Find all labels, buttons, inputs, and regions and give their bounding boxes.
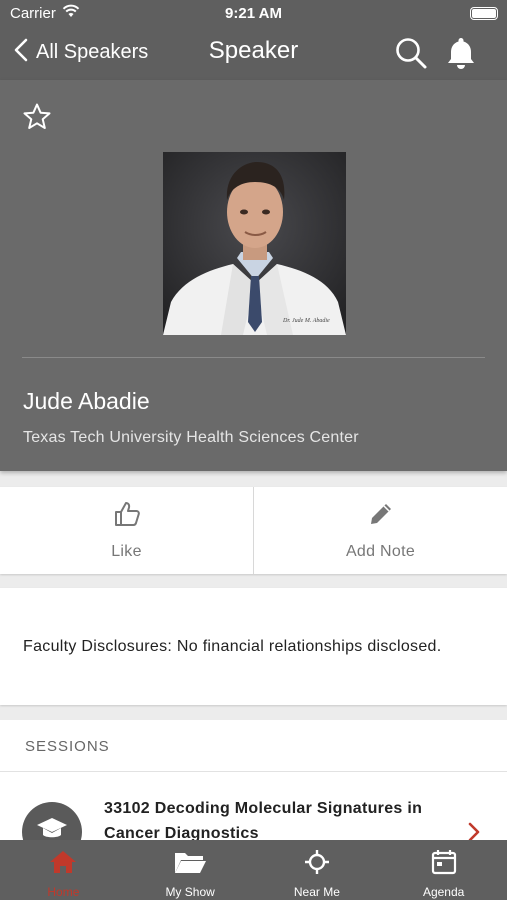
action-bar: Like Add Note xyxy=(0,487,507,574)
add-note-label: Add Note xyxy=(345,543,416,560)
tab-home[interactable]: Home xyxy=(0,840,127,900)
tab-home-label: Home xyxy=(47,885,80,899)
header-divider xyxy=(22,357,485,358)
back-button-label: All Speakers xyxy=(36,41,149,63)
tab-bar: Home My Show Near Me Agenda xyxy=(0,840,507,900)
pencil-icon xyxy=(367,500,395,533)
status-bar: Carrier 9:21 AM xyxy=(0,0,507,26)
folder-icon xyxy=(173,849,207,880)
tab-my-show-label: My Show xyxy=(165,885,215,899)
session-title: 33102 Decoding Molecular Signatures in C… xyxy=(104,800,423,840)
like-button[interactable]: Like xyxy=(0,487,253,574)
tab-agenda-label: Agenda xyxy=(422,885,465,899)
session-avatar xyxy=(22,802,82,840)
tab-near-me[interactable]: Near Me xyxy=(254,840,381,900)
clock: 9:21 AM xyxy=(225,5,282,22)
add-note-button[interactable]: Add Note xyxy=(253,487,507,574)
chevron-right-icon xyxy=(467,822,481,840)
like-label: Like xyxy=(111,543,142,560)
tab-near-me-label: Near Me xyxy=(293,885,340,899)
location-crosshair-icon xyxy=(304,849,330,880)
back-button[interactable]: All Speakers xyxy=(14,38,148,67)
tab-agenda[interactable]: Agenda xyxy=(380,840,507,900)
tab-my-show[interactable]: My Show xyxy=(127,840,254,900)
speaker-photo: Dr. Jude M. Abadie xyxy=(163,152,346,335)
svg-text:Dr. Jude M. Abadie: Dr. Jude M. Abadie xyxy=(282,318,330,324)
calendar-icon xyxy=(431,849,457,880)
chevron-left-icon xyxy=(14,38,28,67)
thumbs-up-icon xyxy=(113,500,141,533)
disclosure-text: Faculty Disclosures: No financial relati… xyxy=(23,638,442,655)
speaker-organization: Texas Tech University Health Sciences Ce… xyxy=(23,429,359,446)
favorite-star-icon[interactable] xyxy=(22,102,52,137)
session-list-item[interactable]: 33102 Decoding Molecular Signatures in C… xyxy=(0,772,507,840)
disclosure-card: Faculty Disclosures: No financial relati… xyxy=(0,588,507,705)
bell-icon[interactable] xyxy=(446,36,476,75)
speaker-header: Dr. Jude M. Abadie Jude Abadie Texas Tec… xyxy=(0,80,507,471)
sessions-header: SESSIONS xyxy=(0,720,507,772)
battery-icon xyxy=(470,7,498,20)
sessions-title: SESSIONS xyxy=(25,738,110,755)
speaker-name: Jude Abadie xyxy=(23,388,150,414)
search-icon[interactable] xyxy=(394,36,428,75)
navigation-bar: All Speakers Speaker xyxy=(0,26,507,80)
home-icon xyxy=(49,849,77,880)
